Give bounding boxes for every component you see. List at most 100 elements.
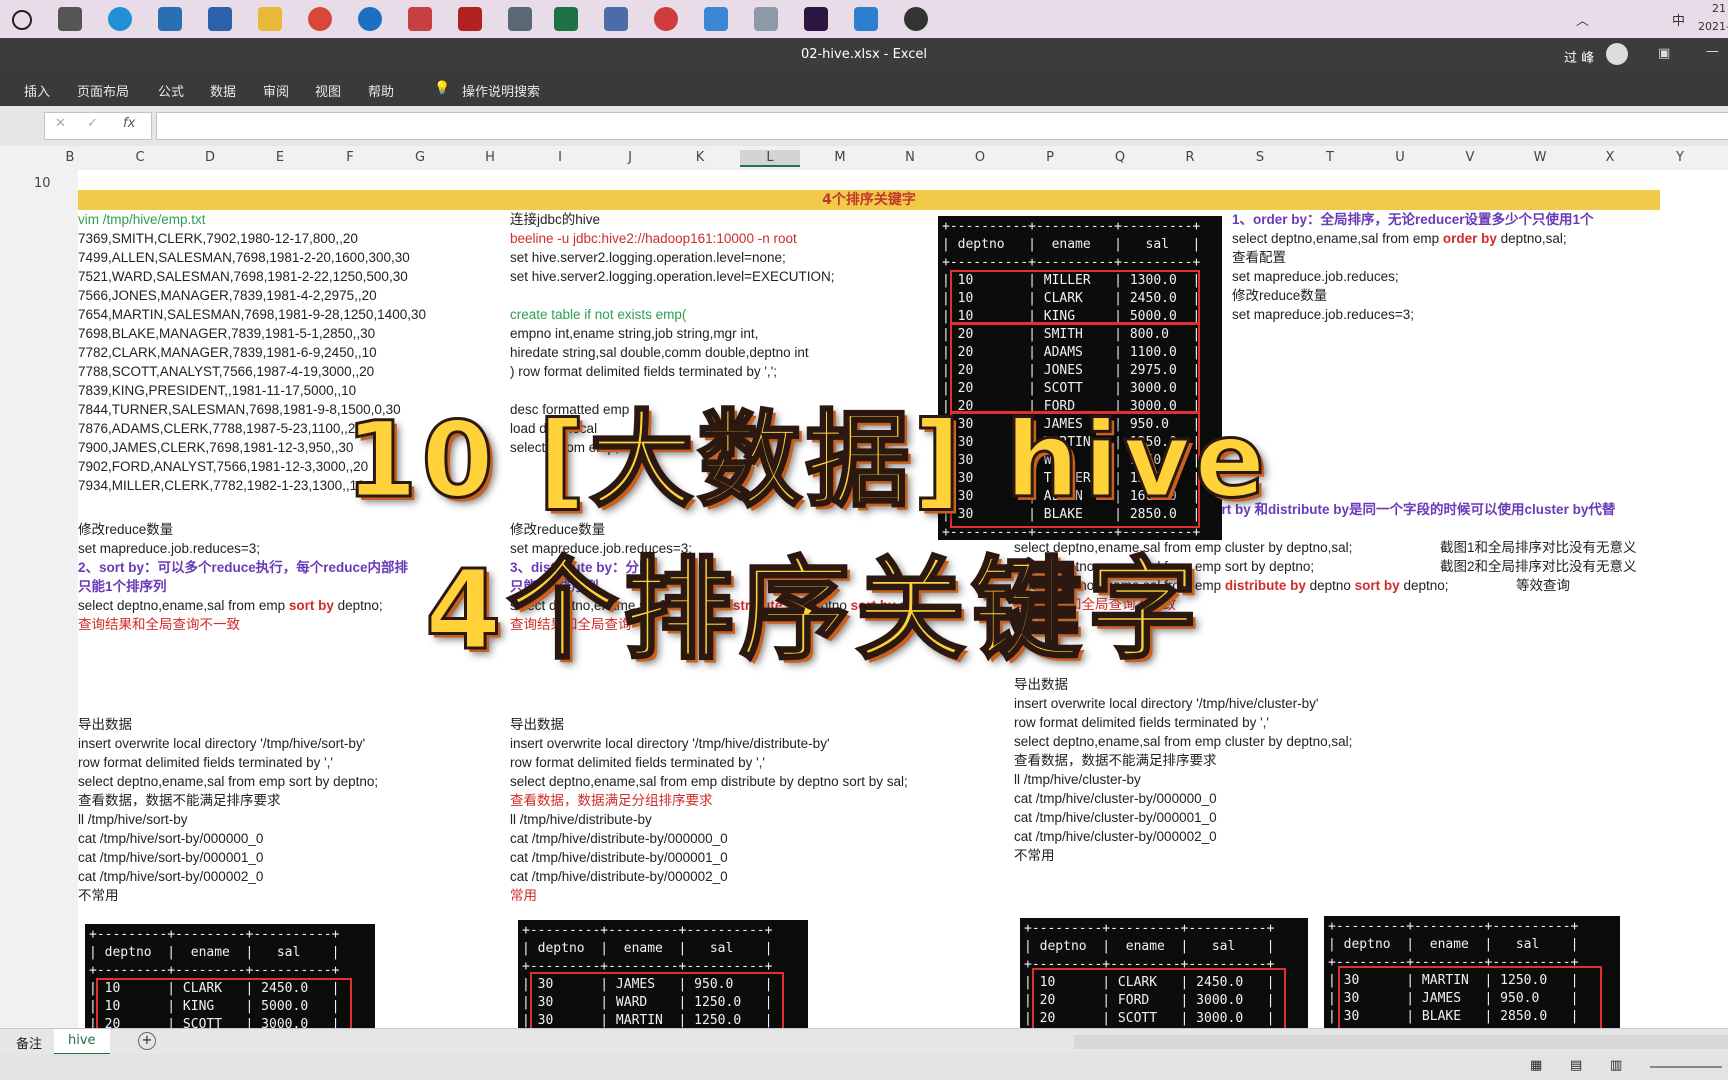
cell-text[interactable]: 7654,MARTIN,SALESMAN,7698,1981-9-28,1250… — [78, 305, 426, 324]
tab-page-layout[interactable]: 页面布局 — [77, 81, 129, 100]
app-icon[interactable] — [754, 7, 778, 31]
horizontal-scrollbar[interactable] — [1074, 1035, 1728, 1049]
cell-text[interactable]: 导出数据 — [510, 715, 564, 734]
enter-icon[interactable]: ✓ — [87, 116, 98, 131]
cell-text[interactable]: 2、sort by：可以多个reduce执行，每个reduce内部排 — [78, 558, 408, 577]
tab-insert[interactable]: 插入 — [24, 81, 50, 100]
sheet-tab-hive[interactable]: hive — [54, 1029, 110, 1055]
cell-text[interactable]: empno int,ename string,job string,mgr in… — [510, 324, 758, 343]
app-icon[interactable] — [654, 7, 678, 31]
cell-text[interactable]: 等效查询 — [1516, 576, 1570, 595]
tab-formulas[interactable]: 公式 — [158, 81, 184, 100]
app-icon[interactable] — [704, 7, 728, 31]
column-header-b[interactable]: B — [40, 150, 100, 165]
cell-text[interactable]: 查看数据，数据满足分组排序要求 — [510, 791, 713, 810]
excel-icon[interactable] — [554, 7, 578, 31]
cell-text[interactable]: cat /tmp/hive/distribute-by/000001_0 — [510, 848, 728, 867]
page-break-icon[interactable]: ▥ — [1610, 1058, 1622, 1073]
tab-view[interactable]: 视图 — [315, 81, 341, 100]
cell-text[interactable]: 1、order by：全局排序，无论reducer设置多少个只使用1个 — [1232, 210, 1594, 229]
ribbon-display-icon[interactable]: ▣ — [1658, 46, 1670, 61]
cell-text[interactable]: 7900,JAMES,CLERK,7698,1981-12-3,950,,30 — [78, 438, 353, 457]
ime-indicator[interactable]: 中 — [1672, 10, 1685, 29]
cell-text[interactable]: 7934,MILLER,CLERK,7782,1982-1-23,1300,,1… — [78, 476, 365, 495]
column-header-g[interactable]: G — [390, 150, 450, 165]
cell-text[interactable]: row format delimited fields terminated b… — [78, 753, 333, 772]
tell-me-search[interactable]: 操作说明搜索 — [462, 81, 540, 100]
cell-text[interactable]: 导出数据 — [78, 715, 132, 734]
minimize-icon[interactable]: — — [1706, 44, 1719, 59]
formula-input[interactable] — [156, 112, 1728, 140]
cell-text[interactable]: 7698,BLAKE,MANAGER,7839,1981-5-1,2850,,3… — [78, 324, 375, 343]
column-header-r[interactable]: R — [1160, 150, 1220, 165]
column-header-u[interactable]: U — [1370, 150, 1430, 165]
app-icon[interactable] — [904, 7, 928, 31]
cell-text[interactable]: 连接jdbc的hive — [510, 210, 600, 229]
cell-text[interactable]: cat /tmp/hive/cluster-by/000002_0 — [1014, 827, 1217, 846]
mail-icon[interactable] — [158, 7, 182, 31]
cell-text[interactable]: hiredate string,sal double,comm double,d… — [510, 343, 809, 362]
user-name[interactable]: 过 峰 — [1564, 47, 1594, 66]
column-header-s[interactable]: S — [1230, 150, 1290, 165]
cell-text[interactable]: 截图1和全局排序对比没有无意义 — [1440, 538, 1637, 557]
column-header-q[interactable]: Q — [1090, 150, 1150, 165]
task-view-icon[interactable] — [58, 7, 82, 31]
column-header-o[interactable]: O — [950, 150, 1010, 165]
normal-view-icon[interactable]: ▦ — [1530, 1058, 1542, 1073]
cell-text[interactable]: insert overwrite local directory '/tmp/h… — [510, 734, 830, 753]
app-icon[interactable] — [854, 7, 878, 31]
clock[interactable]: 21 — [1712, 2, 1726, 15]
cell-text[interactable]: cat /tmp/hive/sort-by/000000_0 — [78, 829, 263, 848]
cell-text[interactable]: 7788,SCOTT,ANALYST,7566,1987-4-19,3000,,… — [78, 362, 374, 381]
cell-text[interactable]: 7782,CLARK,MANAGER,7839,1981-6-9,2450,,1… — [78, 343, 377, 362]
cell-text[interactable]: select deptno,ename,sal from emp order b… — [1232, 229, 1567, 248]
cancel-icon[interactable]: ✕ — [55, 116, 66, 131]
cell-text[interactable]: 不常用 — [78, 886, 119, 905]
cell-text[interactable]: 修改reduce数量 — [78, 520, 173, 539]
app-icon[interactable] — [604, 7, 628, 31]
cell-text[interactable]: select deptno,ename,sal from emp sort by… — [78, 772, 378, 791]
start-icon[interactable] — [12, 10, 32, 30]
cell-text[interactable]: create table if not exists emp( — [510, 305, 686, 324]
chevron-up-icon[interactable]: ︿ — [1576, 10, 1589, 29]
cell-text[interactable]: row format delimited fields terminated b… — [510, 753, 765, 772]
page-layout-icon[interactable]: ▤ — [1570, 1058, 1582, 1073]
cell-text[interactable]: cat /tmp/hive/cluster-by/000000_0 — [1014, 789, 1217, 808]
cell-text[interactable]: vim /tmp/hive/emp.txt — [78, 210, 206, 229]
teamviewer-icon[interactable] — [358, 7, 382, 31]
column-header-l[interactable]: L — [740, 150, 800, 167]
app-icon[interactable] — [458, 7, 482, 31]
cell-text[interactable]: cat /tmp/hive/sort-by/000002_0 — [78, 867, 263, 886]
cell-text[interactable]: beeline -u jdbc:hive2://hadoop161:10000 … — [510, 229, 797, 248]
column-header-j[interactable]: J — [600, 150, 660, 165]
tab-help[interactable]: 帮助 — [368, 81, 394, 100]
cell-text[interactable]: set mapreduce.job.reduces=3; — [1232, 305, 1414, 324]
column-header-w[interactable]: W — [1510, 150, 1570, 165]
column-header-d[interactable]: D — [180, 150, 240, 165]
add-sheet-icon[interactable]: + — [138, 1032, 156, 1050]
tab-data[interactable]: 数据 — [210, 81, 236, 100]
cell-text[interactable]: 7566,JONES,MANAGER,7839,1981-4-2,2975,,2… — [78, 286, 377, 305]
cell-text[interactable]: row format delimited fields terminated b… — [1014, 713, 1269, 732]
cell-text[interactable]: ll /tmp/hive/sort-by — [78, 810, 188, 829]
column-header-m[interactable]: M — [810, 150, 870, 165]
column-header-h[interactable]: H — [460, 150, 520, 165]
app-icon[interactable] — [408, 7, 432, 31]
cell-text[interactable]: 常用 — [510, 886, 537, 905]
column-header-i[interactable]: I — [530, 150, 590, 165]
cell-text[interactable]: select deptno,ename,sal from emp cluster… — [1014, 732, 1352, 751]
column-header-n[interactable]: N — [880, 150, 940, 165]
cell-text[interactable]: 7839,KING,PRESIDENT,,1981-11-17,5000,,10 — [78, 381, 356, 400]
cell-text[interactable]: 7876,ADAMS,CLERK,7788,1987-5-23,1100,,20 — [78, 419, 363, 438]
folder-icon[interactable] — [258, 7, 282, 31]
column-header-x[interactable]: X — [1580, 150, 1640, 165]
column-header-k[interactable]: K — [670, 150, 730, 165]
column-header-y[interactable]: Y — [1650, 150, 1710, 165]
cell-text[interactable]: 截图2和全局排序对比没有无意义 — [1440, 557, 1637, 576]
cell-text[interactable]: 查询结果和全局查询不一致 — [78, 615, 240, 634]
cell-text[interactable]: 修改reduce数量 — [1232, 286, 1327, 305]
column-header-e[interactable]: E — [250, 150, 310, 165]
column-header-p[interactable]: P — [1020, 150, 1080, 165]
cell-text[interactable]: 只能1个排序列 — [78, 577, 167, 596]
cell-text[interactable]: set hive.server2.logging.operation.level… — [510, 267, 835, 286]
